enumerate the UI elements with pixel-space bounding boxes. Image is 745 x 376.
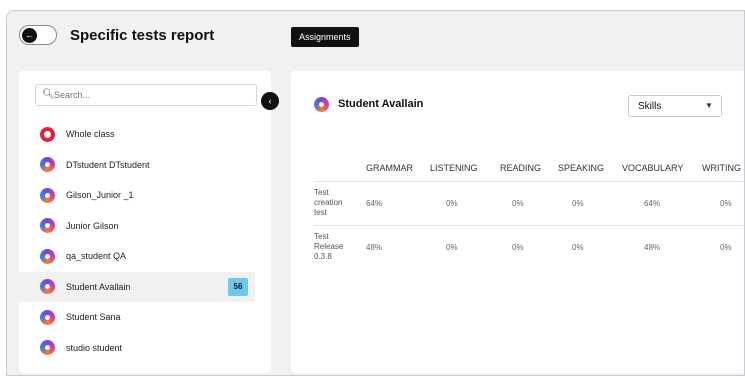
search-box[interactable]: 🔍︎ — [35, 84, 257, 106]
column-header: VOCABULARY — [622, 162, 684, 173]
page-header: ← Specific tests report Assignments — [7, 11, 744, 63]
sidebar-item-label: Junior Gilson — [66, 220, 119, 231]
sidebar-item-student-sana[interactable]: Student Sana — [19, 302, 271, 333]
test-name-line: 0.3.8 — [314, 252, 332, 262]
student-avatar-icon — [40, 248, 55, 264]
chevron-left-icon: ‹ — [268, 96, 272, 106]
score-cell: 48% — [366, 224, 430, 269]
sidebar-item-studio-student[interactable]: studio student — [19, 333, 271, 364]
test-name-line: Test — [314, 188, 329, 197]
sidebar-item-label: studio student — [66, 342, 123, 353]
skills-table: GRAMMAR LISTENING READING SPEAKING VOCAB… — [314, 155, 744, 269]
test-name-line: creation — [314, 198, 343, 207]
sidebar-item-qa-student[interactable]: qa_student QA — [19, 241, 271, 272]
score-cell: 0% — [558, 224, 622, 269]
dropdown-value: Skills — [638, 101, 662, 112]
test-name-cell: Test Release 0.3.8 — [314, 224, 366, 269]
test-name-cell: Test creation test — [314, 180, 366, 225]
table-row: Test creation test 64% 0% 0% 0% 64% 0% — [314, 180, 744, 225]
score-cell: 64% — [366, 180, 430, 225]
student-avatar-icon — [40, 279, 55, 295]
score-cell: 0% — [430, 180, 500, 225]
search-input[interactable] — [54, 87, 250, 103]
column-header: LISTENING — [430, 162, 478, 173]
selected-student-name: Student Avallain — [338, 98, 424, 110]
sidebar-item-whole-class[interactable]: Whole class — [19, 119, 271, 150]
student-avatar-icon — [40, 309, 55, 325]
score-cell: 0% — [430, 224, 500, 269]
score-cell: 0% — [702, 180, 744, 225]
column-header: WRITING — [702, 162, 741, 173]
count-badge: 56 — [228, 277, 248, 296]
score-cell: 0% — [702, 224, 744, 269]
column-header: GRAMMAR — [366, 162, 413, 173]
report-panel: Student Avallain Skills ▼ GRAMMAR LISTEN… — [291, 71, 744, 373]
search-icon: 🔍︎ — [42, 89, 55, 100]
chevron-down-icon: ▼ — [705, 101, 713, 110]
student-avatar-icon — [40, 157, 55, 173]
sidebar-item-student-avallain[interactable]: Student Avallain 56 — [19, 271, 255, 302]
sidebar-item-gilson-junior-1[interactable]: Gilson_Junior _1 — [19, 180, 271, 211]
student-avatar-icon — [40, 340, 55, 356]
test-name-line: test — [314, 208, 327, 217]
report-window: ← Specific tests report Assignments 🔍︎ W… — [6, 10, 745, 376]
student-list: Whole class DTstudent DTstudent Gilson_J… — [19, 119, 271, 363]
student-sidebar: 🔍︎ Whole class DTstudent DTstudent Gilso… — [19, 71, 271, 373]
assignments-button[interactable]: Assignments — [291, 27, 359, 47]
column-header — [314, 155, 366, 181]
sidebar-item-label: Student Sana — [66, 312, 121, 323]
student-avatar-icon — [40, 187, 55, 203]
page-title: Specific tests report — [70, 27, 215, 44]
back-button[interactable]: ← — [19, 25, 57, 45]
sidebar-item-label: Whole class — [66, 129, 115, 140]
sidebar-item-label: qa_student QA — [66, 251, 127, 262]
sidebar-item-label: DTstudent DTstudent — [66, 159, 150, 170]
collapse-sidebar-button[interactable]: ‹ — [261, 92, 279, 110]
skills-dropdown[interactable]: Skills ▼ — [628, 95, 722, 117]
column-header: SPEAKING — [558, 162, 605, 173]
sidebar-item-label: Student Avallain — [66, 281, 131, 292]
back-arrow-icon: ← — [22, 28, 37, 43]
score-cell: 0% — [500, 180, 558, 225]
score-cell: 64% — [622, 180, 702, 225]
student-avatar-icon — [40, 218, 55, 234]
sidebar-item-junior-gilson[interactable]: Junior Gilson — [19, 211, 271, 242]
score-cell: 0% — [500, 224, 558, 269]
score-cell: 0% — [558, 180, 622, 225]
sidebar-item-dtstudent[interactable]: DTstudent DTstudent — [19, 150, 271, 181]
score-cell: 48% — [622, 224, 702, 269]
brand-logo-icon — [40, 126, 55, 142]
sidebar-item-label: Gilson_Junior _1 — [66, 190, 134, 201]
student-avatar-icon — [314, 97, 329, 112]
test-name-line: Release — [314, 242, 344, 252]
column-header: READING — [500, 162, 542, 173]
test-name-line: Test — [314, 232, 329, 242]
table-header-row: GRAMMAR LISTENING READING SPEAKING VOCAB… — [314, 155, 744, 181]
table-row: Test Release 0.3.8 48% 0% 0% 0% 48% 0% — [314, 224, 744, 269]
